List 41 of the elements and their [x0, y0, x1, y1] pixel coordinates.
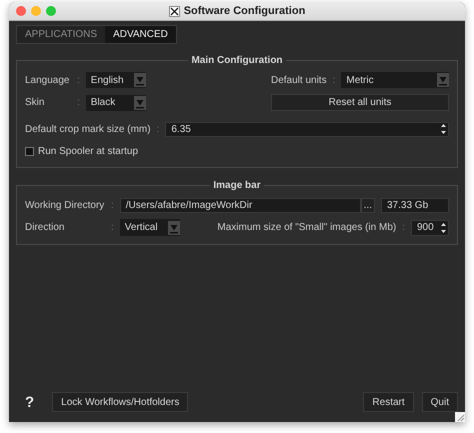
- spinner-arrows-icon: [440, 222, 447, 234]
- dropdown[interactable]: Metric: [341, 72, 449, 88]
- separator: :: [156, 124, 160, 134]
- restart-button[interactable]: Restart: [363, 392, 414, 412]
- tab[interactable]: ADVANCED: [105, 26, 176, 43]
- input-field[interactable]: 6.35: [165, 122, 449, 136]
- separator: :: [77, 97, 80, 108]
- field-label: Skin: [25, 97, 46, 108]
- zoom-button[interactable]: [46, 6, 56, 16]
- input-field[interactable]: 37.33 Gb: [381, 198, 449, 212]
- field-label: Working Directory: [25, 200, 105, 210]
- dropdown[interactable]: Vertical: [120, 219, 180, 236]
- help-button[interactable]: ?: [25, 394, 34, 410]
- field-label: Maximum size of "Small" images (in Mb): [217, 222, 396, 233]
- checkbox[interactable]: Run Spooler at startup: [25, 146, 138, 156]
- dropdown[interactable]: English: [86, 72, 146, 88]
- field-label: Language: [25, 74, 70, 86]
- group-title: Image bar: [212, 180, 262, 191]
- resize-grip-icon[interactable]: [455, 412, 465, 422]
- minimize-button[interactable]: [31, 6, 41, 16]
- separator: :: [332, 74, 336, 86]
- reset-button[interactable]: Reset all units: [271, 94, 449, 111]
- input-field[interactable]: 900: [411, 220, 449, 236]
- field-label: Default crop mark size (mm): [25, 124, 151, 134]
- tab[interactable]: APPLICATIONS: [17, 26, 106, 43]
- separator: :: [111, 222, 114, 233]
- input-field[interactable]: /Users/afabre/ImageWorkDir: [120, 198, 361, 212]
- browse-button[interactable]: ...: [360, 198, 375, 212]
- dropdown[interactable]: Black: [86, 94, 146, 110]
- window-title: Software Configuration: [184, 5, 306, 17]
- field-label: Direction: [25, 222, 66, 233]
- separator: :: [77, 74, 80, 86]
- quit-button[interactable]: Quit: [422, 392, 458, 412]
- spinner-arrows-icon: [440, 123, 447, 135]
- field-label: Default units: [271, 74, 327, 86]
- separator: :: [402, 222, 405, 233]
- app-icon: [168, 6, 180, 16]
- group-title: Main Configuration: [190, 55, 284, 66]
- close-button[interactable]: [16, 6, 26, 16]
- separator: :: [111, 200, 114, 210]
- lock-button[interactable]: Lock Workflows/Hotfolders: [52, 392, 188, 412]
